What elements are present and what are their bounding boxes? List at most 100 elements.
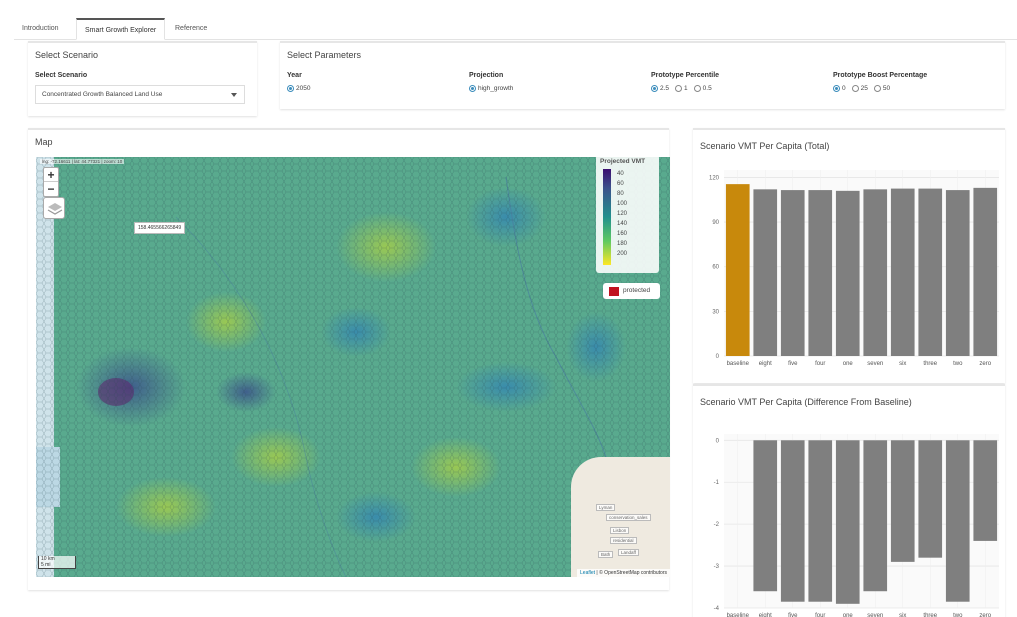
legend-tick: 200	[617, 251, 628, 257]
year-radio-2050[interactable]: 2050	[287, 85, 310, 92]
zoom-out-button[interactable]: −	[44, 182, 58, 196]
bar-three	[918, 440, 943, 558]
map-scale: 10 km 5 mi	[38, 556, 76, 569]
layers-button[interactable]	[43, 197, 65, 219]
bar-seven	[863, 440, 888, 592]
zoom-in-button[interactable]: +	[44, 168, 58, 182]
y-tick-label: 0	[716, 438, 720, 444]
percentile-label: Prototype Percentile	[651, 72, 720, 79]
legend-tick: 80	[617, 191, 624, 197]
x-tick-label: seven	[867, 361, 883, 367]
legend-tick: 120	[617, 211, 628, 217]
year-label: Year	[287, 72, 302, 79]
x-tick-label: seven	[867, 613, 883, 617]
map-place-label: Lyman	[596, 504, 616, 511]
tab-smart-growth-explorer[interactable]: Smart Growth Explorer	[76, 18, 166, 40]
x-tick-label: three	[923, 361, 937, 367]
x-tick-label: three	[923, 613, 937, 617]
projection-param: Projection high_growth	[469, 72, 513, 92]
x-tick-label: five	[788, 613, 798, 617]
legend-color-bar	[603, 169, 611, 265]
bar-five	[780, 190, 805, 356]
attribution-text: | © OpenStreetMap contributors	[595, 570, 667, 576]
y-tick-label: -3	[714, 564, 720, 570]
bar-five	[780, 440, 805, 602]
vmt-diff-panel: Scenario VMT Per Capita (Difference From…	[693, 384, 1005, 617]
x-tick-label: four	[815, 613, 825, 617]
bar-two	[945, 190, 970, 356]
bar-one	[835, 440, 860, 604]
chevron-down-icon	[231, 93, 237, 97]
x-tick-label: zero	[979, 361, 991, 367]
y-tick-label: -2	[714, 522, 720, 528]
projection-label: Projection	[469, 72, 504, 79]
year-param: Year 2050	[287, 72, 310, 92]
boost-radio-25[interactable]: 25	[851, 85, 868, 92]
map-attribution: Leaflet | © OpenStreetMap contributors	[577, 569, 670, 577]
vmt-diff-chart: 0 -1 -2 -3 -4 baseline eight five four one seven si…	[714, 434, 999, 617]
percentile-radio-1[interactable]: 1	[675, 85, 688, 92]
x-tick-label: two	[953, 361, 963, 367]
bar-three	[918, 188, 943, 356]
tab-introduction[interactable]: Introduction	[14, 18, 67, 40]
x-tick-label: one	[843, 361, 854, 367]
hex-value-tooltip: 158.465566265849	[134, 222, 186, 234]
radio-label: 2050	[296, 85, 311, 92]
x-tick-label: five	[788, 361, 798, 367]
projection-radio-high-growth[interactable]: high_growth	[469, 85, 513, 92]
app-page: Introduction Smart Growth Explorer Refer…	[14, 8, 1017, 617]
leaflet-map[interactable]: Lyman conservation_sales Lisbon resident…	[36, 157, 670, 577]
zoom-control: + −	[43, 167, 59, 197]
radio-empty-icon	[693, 85, 701, 92]
legend-title: Projected VMT	[600, 158, 646, 165]
map-panel-title: Map	[35, 137, 53, 147]
x-tick-label: four	[815, 361, 825, 367]
vmt-total-panel: Scenario VMT Per Capita (Total) 0 30 60 90 1…	[693, 128, 1005, 383]
protected-swatch	[609, 287, 619, 296]
legend-tick: 160	[617, 231, 628, 237]
percentile-radio-0-5[interactable]: 0.5	[693, 85, 712, 92]
scenario-select[interactable]: Concentrated Growth Balanced Land Use	[35, 85, 245, 104]
legend-tick: 60	[617, 181, 624, 187]
y-tick-label: 90	[712, 220, 719, 226]
map-place-label: Landaff	[618, 549, 639, 556]
radio-empty-icon	[873, 85, 881, 92]
x-tick-label: baseline	[727, 361, 750, 367]
y-tick-label: 120	[709, 175, 720, 181]
scenario-panel-title: Select Scenario	[35, 50, 99, 60]
vmt-total-chart: 0 30 60 90 120 baseline eight five four one seven s…	[709, 170, 999, 367]
map-legend: Projected VMT 40 60 80 100 120 140 160 1…	[596, 157, 659, 273]
parameters-panel-title: Select Parameters	[287, 50, 362, 60]
boost-param: Prototype Boost Percentage 0 25 50	[833, 72, 927, 92]
x-tick-label: zero	[979, 613, 991, 617]
bar-six	[890, 188, 915, 356]
radio-label: high_growth	[478, 85, 514, 92]
radio-label: 2.5	[660, 85, 670, 92]
radio-label: 25	[860, 85, 868, 92]
scale-mi: 5 mi	[41, 562, 51, 568]
x-tick-label: eight	[759, 361, 772, 367]
scenario-panel: Select Scenario Select Scenario Concentr…	[28, 41, 257, 116]
boost-radio-0[interactable]: 0	[833, 85, 846, 92]
map-place-label: residential	[610, 537, 637, 544]
y-tick-label: 0	[716, 354, 720, 360]
tab-reference[interactable]: Reference	[167, 18, 215, 40]
x-tick-label: six	[899, 613, 906, 617]
map-place-label: Bath	[598, 551, 614, 558]
radio-empty-icon	[851, 85, 859, 92]
y-tick-label: -4	[714, 606, 720, 612]
leaflet-link[interactable]: Leaflet	[580, 570, 595, 576]
map-place-label: Lisbon	[610, 527, 630, 534]
bar-eight	[753, 189, 778, 356]
percentile-radio-2-5[interactable]: 2.5	[651, 85, 669, 92]
radio-label: 0	[842, 85, 846, 92]
x-tick-label: one	[843, 613, 854, 617]
radio-empty-icon	[675, 85, 683, 92]
bar-four	[808, 440, 833, 602]
y-tick-label: 30	[712, 309, 719, 315]
boost-radio-50[interactable]: 50	[873, 85, 890, 92]
x-tick-label: eight	[759, 613, 772, 617]
scenario-select-label: Select Scenario	[35, 72, 88, 79]
layers-icon	[47, 203, 63, 215]
scenario-select-value: Concentrated Growth Balanced Land Use	[42, 91, 163, 98]
